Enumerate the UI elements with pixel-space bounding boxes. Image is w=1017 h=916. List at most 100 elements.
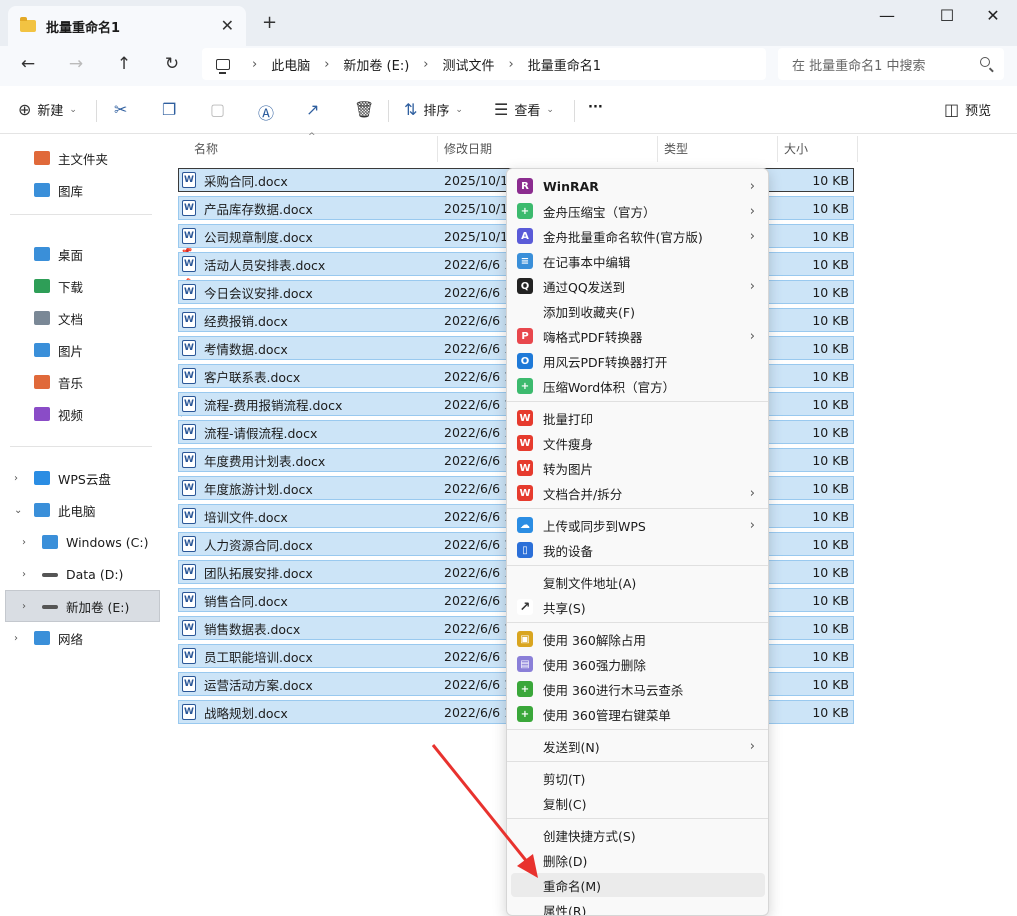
tab-active[interactable]: 批量重命名1 ✕ — [8, 6, 246, 46]
menu-item[interactable]: 剪切(T) — [511, 766, 765, 790]
address-bar[interactable]: › 此电脑 › 新加卷 (E:) › 测试文件 › 批量重命名1 — [202, 48, 766, 80]
sidebar-item-label: 桌面 — [58, 247, 84, 263]
menu-item[interactable]: ▣ 使用 360解除占用 — [511, 627, 765, 651]
menu-item[interactable]: R WinRAR › — [511, 174, 765, 198]
expand-chevron-icon[interactable]: › — [14, 633, 18, 644]
column-header-modified[interactable]: 修改日期 — [444, 140, 492, 157]
sidebar-item-quick[interactable]: 桌面📌 — [34, 240, 192, 268]
scissors-icon: ✂ — [114, 100, 128, 119]
file-modified-date: 2022/6/6 1 — [444, 452, 513, 468]
tree-item[interactable]: ⌄ 此电脑 — [14, 496, 96, 524]
menu-item[interactable]: A 金舟批量重命名软件(官方版) › — [511, 224, 765, 248]
menu-item[interactable]: W 转为图片 — [511, 456, 765, 480]
sidebar-item-label: 图片 — [58, 343, 84, 359]
file-name: 考情数据.docx — [204, 341, 288, 357]
menu-item[interactable]: + 使用 360管理右键菜单 — [511, 702, 765, 726]
menu-item[interactable]: Q 通过QQ发送到 › — [511, 274, 765, 298]
breadcrumb-test-folder[interactable]: 测试文件 — [443, 55, 495, 74]
tab-close-button[interactable]: ✕ — [221, 16, 234, 35]
breadcrumb-this-pc[interactable]: 此电脑 — [271, 55, 310, 74]
menu-item[interactable]: 复制文件地址(A) — [511, 570, 765, 594]
menu-item[interactable]: 属性(R) — [511, 898, 765, 916]
expand-chevron-icon[interactable]: › — [22, 601, 26, 612]
sidebar-item-quick[interactable]: 音乐📌 — [34, 368, 192, 396]
preview-pane-icon: ◫ — [944, 100, 960, 119]
menu-item[interactable]: 重命名(M) — [511, 873, 765, 897]
computer-icon — [216, 58, 230, 74]
menu-item[interactable]: 创建快捷方式(S) — [511, 823, 765, 847]
file-name: 人力资源合同.docx — [204, 537, 313, 553]
file-name: 销售数据表.docx — [204, 621, 301, 637]
tree-item[interactable]: › Data (D:) — [22, 560, 123, 588]
column-divider[interactable] — [657, 136, 658, 162]
breadcrumb-drive-e[interactable]: 新加卷 (E:) — [343, 55, 409, 74]
column-header-name[interactable]: 名称 — [194, 140, 218, 157]
sidebar-item-label: 下载 — [58, 279, 84, 295]
menu-item[interactable]: W 文件瘦身 — [511, 431, 765, 455]
sidebar-item-quick[interactable]: 图片📌 — [34, 336, 192, 364]
menu-item[interactable]: W 文档合并/拆分 › — [511, 481, 765, 505]
new-button[interactable]: ⊕ 新建 ⌄ — [18, 100, 77, 119]
expand-chevron-icon[interactable]: ⌄ — [14, 505, 22, 516]
menu-item[interactable]: + 压缩Word体积（官方） — [511, 374, 765, 398]
expand-chevron-icon[interactable]: › — [14, 473, 18, 484]
menu-item[interactable]: W 批量打印 — [511, 406, 765, 430]
menu-item[interactable]: P 嗨格式PDF转换器 › — [511, 324, 765, 348]
menu-item[interactable]: ▤ 使用 360强力删除 — [511, 652, 765, 676]
sidebar-item-quick[interactable]: 视频📌 — [34, 400, 192, 428]
menu-item[interactable]: ▯ 我的设备 — [511, 538, 765, 562]
menu-item[interactable]: ☁ 上传或同步到WPS › — [511, 513, 765, 537]
menu-item[interactable]: 添加到收藏夹(F) — [511, 299, 765, 323]
rename-button[interactable]: Ⓐ — [258, 100, 280, 124]
sidebar-item-quick[interactable]: 文档📌 — [34, 304, 192, 332]
menu-item[interactable]: 删除(D) — [511, 848, 765, 872]
column-divider[interactable] — [437, 136, 438, 162]
maximize-button[interactable]: ☐ — [932, 6, 962, 25]
sidebar-item-home[interactable]: 主文件夹 — [34, 144, 108, 172]
file-modified-date: 2022/6/6 1 — [444, 368, 513, 384]
minimize-button[interactable]: — — [872, 6, 902, 25]
menu-item[interactable]: + 金舟压缩宝（官方） › — [511, 199, 765, 223]
tree-item[interactable]: › 新加卷 (E:) — [22, 592, 129, 620]
copy-button[interactable]: ❐ — [162, 100, 182, 119]
column-divider[interactable] — [857, 136, 858, 162]
tree-item[interactable]: › Windows (C:) — [22, 528, 148, 556]
menu-item[interactable]: + 使用 360进行木马云查杀 — [511, 677, 765, 701]
new-tab-button[interactable]: + — [262, 12, 277, 33]
submenu-chevron-icon: › — [749, 228, 755, 244]
back-button[interactable]: ← — [16, 54, 40, 74]
menu-item[interactable]: 复制(C) — [511, 791, 765, 815]
more-options-button[interactable]: ··· — [588, 100, 603, 115]
view-button[interactable]: ☰ 查看 ⌄ — [494, 100, 554, 119]
column-header-size[interactable]: 大小 — [784, 140, 808, 157]
word-document-icon: W — [182, 396, 196, 412]
refresh-button[interactable]: ↻ — [160, 54, 184, 74]
menu-item[interactable]: ≡ 在记事本中编辑 — [511, 249, 765, 273]
share-button[interactable]: ↗ — [306, 100, 325, 119]
menu-item[interactable]: ↗ 共享(S) — [511, 595, 765, 619]
menu-item[interactable]: 发送到(N) › — [511, 734, 765, 758]
column-divider[interactable] — [777, 136, 778, 162]
sidebar-item-quick[interactable]: 下载📌 — [34, 272, 192, 300]
sidebar-item-gallery[interactable]: 图库 — [34, 176, 83, 204]
expand-chevron-icon[interactable]: › — [22, 569, 26, 580]
forward-button[interactable]: → — [64, 54, 88, 74]
menu-item[interactable]: O 用风云PDF转换器打开 — [511, 349, 765, 373]
file-size: 10 KB — [812, 312, 849, 328]
sort-button[interactable]: ⇅ 排序 ⌄ — [404, 100, 463, 119]
menu-separator — [507, 729, 768, 730]
column-header-type[interactable]: 类型 — [664, 140, 688, 157]
expand-chevron-icon[interactable]: › — [22, 537, 26, 548]
tree-item[interactable]: › 网络 — [14, 624, 83, 652]
breadcrumb-current-folder[interactable]: 批量重命名1 — [528, 55, 601, 74]
word-document-icon: W — [182, 480, 196, 496]
preview-pane-button[interactable]: ◫ 预览 — [944, 100, 991, 119]
paste-button[interactable]: ▢ — [210, 100, 231, 119]
view-label: 查看 — [514, 104, 541, 119]
up-button[interactable]: ↑ — [112, 54, 136, 74]
search-input[interactable]: 在 批量重命名1 中搜索 — [778, 48, 1004, 80]
delete-button[interactable]: 🗑 — [354, 100, 380, 119]
cut-button[interactable]: ✂ — [114, 100, 133, 119]
tree-item[interactable]: › WPS云盘 — [14, 464, 111, 492]
close-window-button[interactable]: ✕ — [978, 6, 1008, 25]
